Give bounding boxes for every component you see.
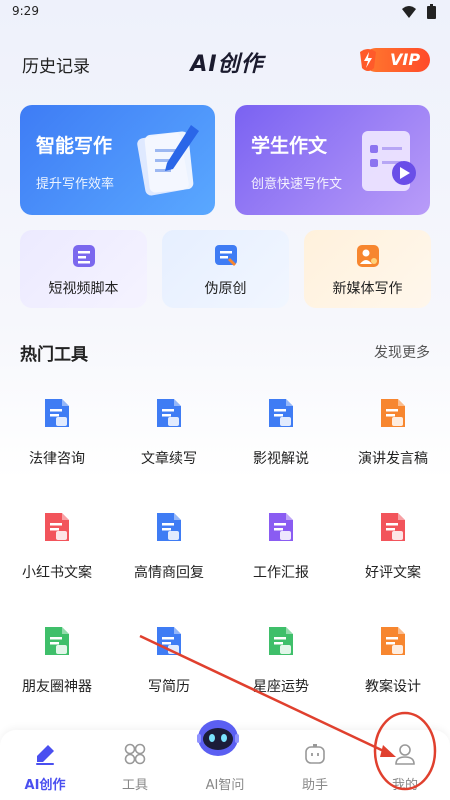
lightning-icon	[360, 49, 376, 71]
history-link[interactable]: 历史记录	[22, 52, 90, 77]
status-bar: 9:29	[0, 0, 450, 24]
tab-tools[interactable]: 工具	[100, 738, 170, 796]
tool-item[interactable]: 高情商回复	[124, 510, 214, 590]
speech-doc-icon	[381, 399, 405, 427]
card-label: 伪原创	[204, 281, 247, 297]
tab-label: AI创作	[24, 778, 66, 793]
pseudo-original-card[interactable]: 伪原创	[162, 230, 289, 308]
tool-label: 小红书文案	[22, 565, 92, 581]
pen-icon	[36, 745, 54, 765]
vip-label: VIP	[390, 50, 421, 69]
discover-more-link[interactable]: 发现更多	[374, 342, 430, 362]
xiaohongshu-icon	[45, 513, 69, 541]
tool-item[interactable]: 影视解说	[236, 396, 326, 476]
new-media-icon	[356, 245, 379, 267]
tab-label: 助手	[301, 778, 328, 793]
lesson-plan-icon	[381, 627, 405, 655]
tool-label: 影视解说	[253, 451, 309, 467]
tool-item[interactable]: 好评文案	[348, 510, 438, 590]
horoscope-icon	[269, 627, 293, 655]
tool-item[interactable]: 星座运势	[236, 624, 326, 704]
card-label: 短视频脚本	[48, 281, 119, 297]
law-doc-icon	[45, 399, 69, 427]
eq-reply-icon	[157, 513, 181, 541]
film-commentary-icon	[269, 399, 293, 427]
tool-label: 演讲发言稿	[358, 451, 428, 467]
tool-label: 教案设计	[365, 679, 421, 695]
tool-item[interactable]: 法律咨询	[12, 396, 102, 476]
work-report-icon	[269, 513, 293, 541]
tab-assistant[interactable]: 助手	[280, 738, 350, 796]
video-script-icon	[72, 245, 95, 267]
new-media-writing-card[interactable]: 新媒体写作	[304, 230, 431, 308]
tool-item[interactable]: 写简历	[124, 624, 214, 704]
card-subtitle: 创意快速写作文	[251, 177, 343, 192]
tool-item[interactable]: 演讲发言稿	[348, 396, 438, 476]
short-video-script-card[interactable]: 短视频脚本	[20, 230, 147, 308]
tool-label: 工作汇报	[253, 565, 309, 581]
card-title: 智能写作	[36, 135, 113, 157]
student-essay-card[interactable]: 学生作文 创意快速写作文	[235, 105, 430, 215]
moments-icon	[45, 627, 69, 655]
tool-item[interactable]: 工作汇报	[236, 510, 326, 590]
card-subtitle: 提升写作效率	[36, 177, 115, 192]
robot-icon[interactable]	[196, 716, 240, 760]
notepad-pen-icon	[137, 125, 199, 196]
tool-label: 写简历	[148, 679, 190, 695]
wifi-icon	[402, 6, 416, 18]
tab-label: 工具	[121, 778, 148, 793]
tool-label: 文章续写	[141, 451, 197, 467]
card-title: 学生作文	[251, 135, 328, 157]
tool-label: 朋友圈神器	[22, 679, 92, 695]
status-time: 9:29	[12, 4, 39, 18]
good-review-icon	[381, 513, 405, 541]
user-icon	[395, 744, 415, 765]
essay-paper-icon	[362, 131, 416, 191]
resume-icon	[157, 627, 181, 655]
grid-icon	[124, 743, 146, 765]
tool-label: 法律咨询	[29, 451, 85, 467]
tool-label: 高情商回复	[134, 565, 204, 581]
rewrite-icon	[214, 245, 237, 266]
tab-label: AI智问	[205, 778, 245, 793]
article-continue-icon	[157, 399, 181, 427]
hot-tools-title: 热门工具	[20, 345, 88, 365]
tool-label: 好评文案	[365, 565, 421, 581]
tool-item[interactable]: 小红书文案	[12, 510, 102, 590]
card-label: 新媒体写作	[332, 281, 403, 297]
tool-label: 星座运势	[253, 679, 309, 695]
header: 历史记录 AI创作 VIP	[0, 40, 450, 86]
tool-item[interactable]: 教案设计	[348, 624, 438, 704]
battery-icon	[427, 4, 436, 19]
tab-label: 我的	[391, 778, 418, 793]
tool-item[interactable]: 文章续写	[124, 396, 214, 476]
vip-badge[interactable]: VIP	[356, 48, 430, 72]
tool-item[interactable]: 朋友圈神器	[12, 624, 102, 704]
tab-ai-create[interactable]: AI创作	[10, 738, 80, 796]
tab-mine[interactable]: 我的	[370, 738, 440, 796]
smart-writing-card[interactable]: 智能写作 提升写作效率	[20, 105, 215, 215]
page-title: AI创作	[190, 52, 264, 77]
assistant-icon	[305, 744, 325, 764]
